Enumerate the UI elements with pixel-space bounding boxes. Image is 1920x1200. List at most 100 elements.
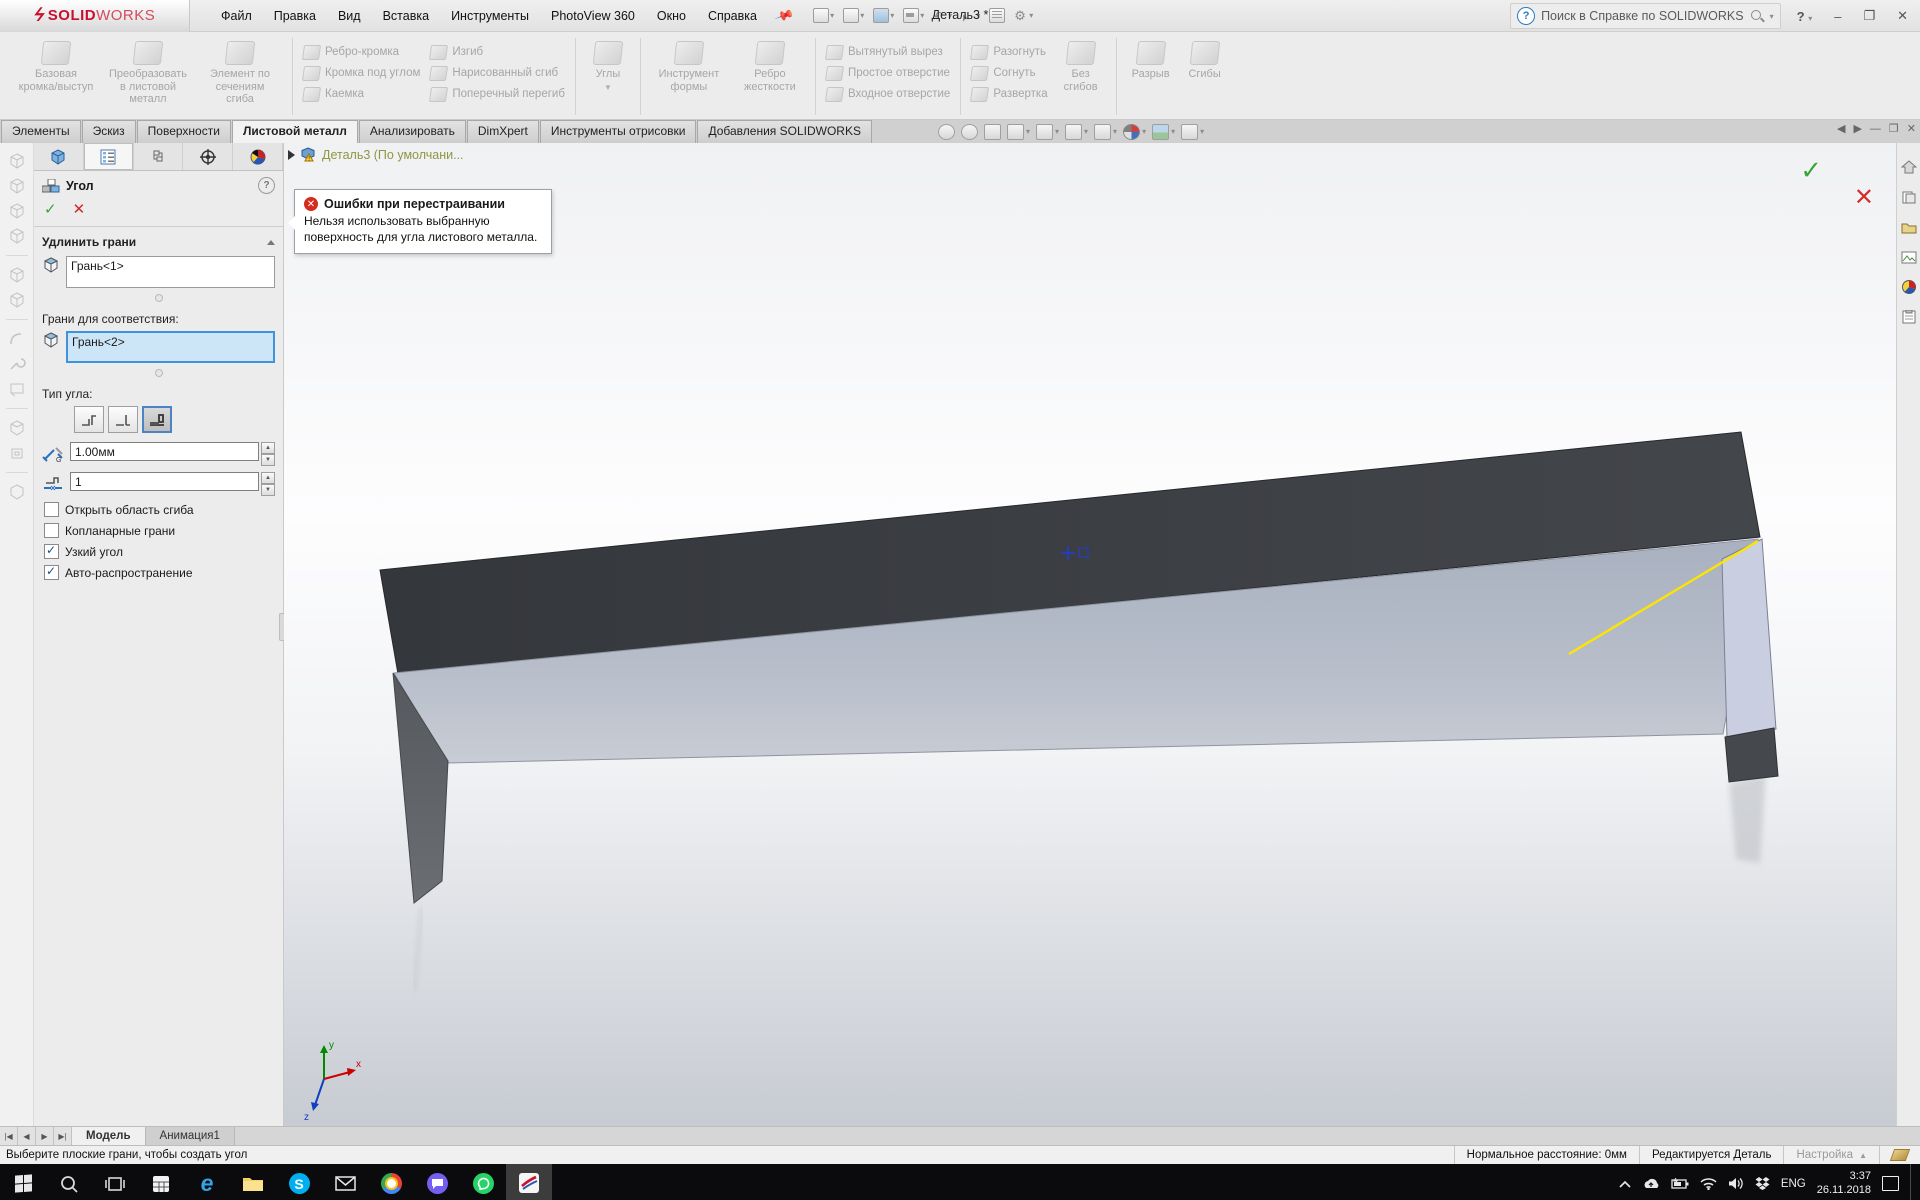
- pm-cancel-button[interactable]: ✕: [73, 200, 86, 218]
- pm-help-button[interactable]: ?: [258, 177, 275, 194]
- file-explorer-button[interactable]: [230, 1164, 276, 1200]
- corners-button[interactable]: Углы▼: [582, 36, 634, 92]
- checkbox-icon[interactable]: [44, 502, 59, 517]
- tree-root-label[interactable]: Деталь3 (По умолчани...: [322, 148, 464, 162]
- sketched-bend-button[interactable]: Нарисованный сгиб: [426, 64, 569, 82]
- tab-solidworks-addins[interactable]: Добавления SOLIDWORKS: [697, 120, 872, 143]
- scroll-last-icon[interactable]: ▶|: [54, 1127, 72, 1145]
- hem-button[interactable]: Каемка: [299, 85, 424, 103]
- pm-ok-button[interactable]: ✓: [44, 200, 57, 218]
- fold-button[interactable]: Согнуть: [967, 64, 1051, 82]
- rip-button[interactable]: Разрыв: [1123, 36, 1179, 81]
- doc-restore-button[interactable]: ❐: [1889, 122, 1899, 135]
- tab-dimxpert[interactable]: DimXpert: [467, 120, 539, 143]
- view-settings-button[interactable]: ▾: [1181, 124, 1204, 140]
- save-button[interactable]: ▾: [870, 6, 897, 25]
- menu-insert[interactable]: Вставка: [374, 5, 438, 27]
- zoom-area-button[interactable]: [961, 124, 978, 140]
- extend-faces-listbox[interactable]: Грань<1>: [66, 256, 275, 288]
- previous-view-button[interactable]: [984, 124, 1001, 140]
- view-palette-icon[interactable]: [1901, 249, 1917, 265]
- scroll-prev-icon[interactable]: ◀: [18, 1127, 36, 1145]
- monitor-icon[interactable]: [8, 381, 26, 397]
- confirmation-cancel-button[interactable]: ✕: [1854, 183, 1874, 212]
- gap-spinner[interactable]: ▲▼: [261, 442, 275, 466]
- view-orientation-button[interactable]: ▾: [1036, 124, 1059, 140]
- unfold-button[interactable]: Разогнуть: [967, 43, 1051, 61]
- feature-icon[interactable]: [8, 203, 26, 219]
- menu-tools[interactable]: Инструменты: [442, 5, 538, 27]
- flat-pattern-button[interactable]: Развертка: [967, 85, 1051, 103]
- ratio-spinner[interactable]: ▲▼: [261, 472, 275, 496]
- clock[interactable]: 3:37 26.11.2018: [1817, 1170, 1871, 1198]
- solidworks-resources-icon[interactable]: [1901, 159, 1917, 175]
- feature-icon[interactable]: [8, 153, 26, 169]
- start-button[interactable]: [0, 1164, 46, 1200]
- tab-features[interactable]: Элементы: [1, 120, 81, 143]
- menu-edit[interactable]: Правка: [265, 5, 325, 27]
- pin-menu-icon[interactable]: 📌: [773, 5, 794, 26]
- search-icon[interactable]: [1750, 9, 1764, 23]
- sketch-icon[interactable]: [8, 331, 26, 347]
- checkbox-icon[interactable]: [44, 523, 59, 538]
- tab-surfaces[interactable]: Поверхности: [137, 120, 231, 143]
- status-customize[interactable]: Настройка▲: [1783, 1146, 1879, 1164]
- menu-file[interactable]: Файл: [212, 5, 261, 27]
- options-button[interactable]: ▾: [1011, 7, 1036, 24]
- checkbox-open-bend-region[interactable]: Открыть область сгиба: [34, 499, 283, 520]
- rib-button[interactable]: Ребро жесткости: [731, 36, 809, 93]
- graphics-viewport[interactable]: x y z ! Деталь3 (По умолчани... ✕: [284, 143, 1896, 1126]
- help-button[interactable]: ? ▾: [1791, 7, 1819, 26]
- tray-expand-icon[interactable]: [1619, 1180, 1631, 1188]
- design-library-icon[interactable]: [1901, 189, 1917, 205]
- action-center-icon[interactable]: [1882, 1176, 1899, 1191]
- volume-icon[interactable]: [1728, 1177, 1744, 1190]
- confirmation-ok-button[interactable]: ✓: [1800, 155, 1822, 186]
- match-faces-listbox[interactable]: Грань<2>: [66, 331, 275, 363]
- spinner-down-icon[interactable]: ▼: [261, 454, 275, 466]
- simple-hole-button[interactable]: Простое отверстие: [822, 64, 954, 82]
- tab-animation1[interactable]: Анимация1: [146, 1127, 235, 1145]
- convert-to-sheet-metal-button[interactable]: Преобразовать в листовой металл: [102, 36, 194, 106]
- task-view-button[interactable]: [92, 1164, 138, 1200]
- feature-icon[interactable]: [8, 267, 26, 283]
- tab-feature-tree[interactable]: [34, 143, 84, 170]
- app-grid-button[interactable]: [138, 1164, 184, 1200]
- wrench-icon[interactable]: [8, 356, 26, 372]
- custom-properties-icon[interactable]: [1901, 309, 1917, 325]
- checkbox-icon[interactable]: [44, 544, 59, 559]
- edge-button[interactable]: e: [184, 1164, 230, 1200]
- scroll-first-icon[interactable]: |◀: [0, 1127, 18, 1145]
- display-style-button[interactable]: ▾: [1065, 124, 1088, 140]
- mail-button[interactable]: [322, 1164, 368, 1200]
- checkbox-narrow-corner[interactable]: Узкий угол: [34, 541, 283, 562]
- feature-icon[interactable]: [8, 420, 26, 436]
- flyout-feature-tree[interactable]: ! Деталь3 (По умолчани...: [288, 147, 464, 162]
- whatsapp-button[interactable]: [460, 1164, 506, 1200]
- forming-tool-button[interactable]: Инструмент формы: [647, 36, 731, 93]
- doc-minimize-button[interactable]: —: [1870, 123, 1881, 135]
- hide-show-items-button[interactable]: ▾: [1094, 124, 1117, 140]
- skype-button[interactable]: S: [276, 1164, 322, 1200]
- part-right-bottom-flap[interactable]: [1725, 728, 1778, 782]
- print-button[interactable]: ▾: [900, 6, 927, 25]
- new-document-button[interactable]: ▾: [810, 6, 837, 25]
- onedrive-icon[interactable]: [1642, 1178, 1660, 1190]
- solidworks-taskbar-button[interactable]: [506, 1164, 552, 1200]
- vent-button[interactable]: Входное отверстие: [822, 85, 954, 103]
- minimize-button[interactable]: –: [1828, 7, 1847, 26]
- corner-type-butt-button[interactable]: [74, 406, 104, 433]
- close-button[interactable]: ✕: [1891, 6, 1914, 26]
- chrome-button[interactable]: [368, 1164, 414, 1200]
- tab-dimxpert-manager[interactable]: [183, 143, 233, 170]
- spinner-down-icon[interactable]: ▼: [261, 484, 275, 496]
- lofted-bend-button[interactable]: Элемент по сечениям сгиба: [194, 36, 286, 106]
- menu-view[interactable]: Вид: [329, 5, 370, 27]
- jog-button[interactable]: Изгиб: [426, 43, 569, 61]
- feature-icon[interactable]: [8, 292, 26, 308]
- help-search-box[interactable]: ? Поиск в Справке по SOLIDWORKS ▾: [1510, 3, 1781, 29]
- tab-property-manager[interactable]: [84, 143, 134, 170]
- menu-help[interactable]: Справка: [699, 5, 766, 27]
- feature-icon[interactable]: [8, 228, 26, 244]
- feature-icon[interactable]: [8, 484, 26, 500]
